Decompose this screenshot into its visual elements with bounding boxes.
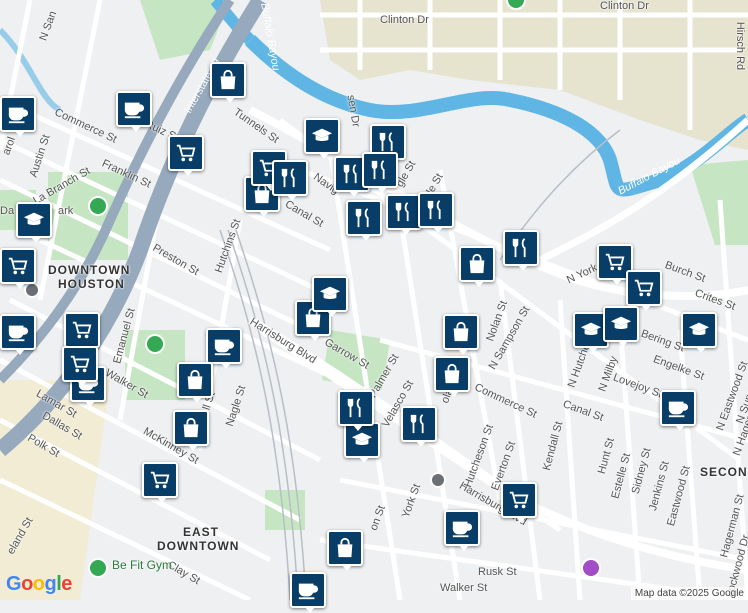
restaurant-icon	[379, 132, 393, 152]
cafe-icon	[298, 583, 319, 600]
cafe-pin[interactable]	[0, 96, 36, 137]
restaurant-pin[interactable]	[272, 160, 308, 201]
school-icon	[688, 322, 710, 336]
street-label: Rusk St	[478, 566, 517, 578]
cafe-pin[interactable]	[0, 314, 36, 355]
cafe-pin[interactable]	[116, 91, 152, 132]
street-label: Clinton Dr	[380, 14, 429, 26]
restaurant-pin[interactable]	[346, 200, 382, 241]
restaurant-icon	[395, 202, 409, 222]
school-icon	[351, 432, 373, 446]
shop-pin[interactable]	[459, 246, 495, 287]
restaurant-pin[interactable]	[362, 152, 398, 193]
cafe-icon	[214, 339, 235, 356]
restaurant-icon	[427, 200, 441, 220]
cafe-icon	[452, 521, 473, 538]
shopping-bag-icon	[183, 417, 199, 438]
shopping-cart-icon	[634, 279, 654, 297]
shop-pin[interactable]	[210, 62, 246, 103]
shop-pin[interactable]	[177, 362, 213, 403]
restaurant-pin[interactable]	[503, 230, 539, 271]
shop-pin[interactable]	[327, 530, 363, 571]
shopping-cart-icon	[70, 355, 90, 373]
restaurant-icon	[355, 208, 369, 228]
shopping-cart-icon	[509, 491, 529, 509]
grocery-pin[interactable]	[62, 346, 98, 387]
shopping-bag-icon	[469, 253, 485, 274]
grocery-pin[interactable]	[501, 482, 537, 523]
street-label: Clinton Dr	[600, 0, 649, 12]
street-label: Hirsch Rd	[734, 21, 747, 71]
school-pin[interactable]	[304, 118, 340, 159]
school-pin[interactable]	[603, 306, 639, 347]
restaurant-pin[interactable]	[401, 406, 437, 447]
bus-stop-icon[interactable]	[26, 284, 38, 296]
cafe-icon	[124, 102, 145, 119]
restaurant-icon	[410, 414, 424, 434]
shopping-bag-icon	[187, 369, 203, 390]
cafe-pin[interactable]	[444, 510, 480, 551]
park-label: Da	[0, 205, 15, 217]
park-poi-icon[interactable]	[147, 336, 163, 352]
shopping-cart-icon	[72, 321, 92, 339]
school-pin[interactable]	[312, 276, 348, 317]
shopping-bag-icon	[444, 363, 460, 384]
street-label: Walker St	[440, 582, 488, 594]
school-icon	[610, 316, 632, 330]
cafe-icon	[8, 325, 29, 342]
grocery-pin[interactable]	[64, 312, 100, 353]
restaurant-icon	[371, 160, 385, 180]
grocery-pin[interactable]	[168, 135, 204, 176]
map-copyright[interactable]: Map data ©2025 Google	[630, 587, 748, 600]
area-label-houston: HOUSTON	[58, 277, 125, 291]
shopping-bag-icon	[220, 69, 236, 90]
area-label-second-ward: SECON	[700, 465, 748, 479]
area-label-east-downtown: DOWNTOWN	[157, 539, 240, 553]
cafe-pin[interactable]	[290, 572, 326, 613]
restaurant-icon	[347, 398, 361, 418]
school-icon	[580, 322, 602, 336]
restaurant-pin[interactable]	[338, 390, 374, 431]
shop-pin[interactable]	[434, 356, 470, 397]
cafe-pin[interactable]	[660, 390, 696, 431]
grocery-pin[interactable]	[142, 462, 178, 503]
shopping-cart-icon	[8, 257, 28, 275]
shopping-cart-icon	[176, 144, 196, 162]
school-icon	[23, 212, 45, 226]
gym-label: Be Fit Gym	[112, 558, 173, 572]
shop-pin[interactable]	[443, 314, 479, 355]
park-poi-icon[interactable]	[90, 198, 106, 214]
shopping-bag-icon	[337, 537, 353, 558]
bus-stop-icon[interactable]	[432, 474, 444, 486]
cafe-pin[interactable]	[206, 328, 242, 369]
park-label: ark	[58, 205, 74, 217]
grocery-pin[interactable]	[626, 270, 662, 311]
restaurant-icon	[281, 168, 295, 188]
gym-poi-icon[interactable]	[90, 560, 106, 576]
school-pin[interactable]	[16, 202, 52, 243]
museum-poi-icon[interactable]	[583, 560, 599, 576]
shop-pin[interactable]	[173, 410, 209, 451]
school-pin[interactable]	[681, 312, 717, 353]
shopping-cart-icon	[150, 471, 170, 489]
grocery-pin[interactable]	[0, 248, 36, 289]
restaurant-pin[interactable]	[418, 192, 454, 233]
restaurant-icon	[512, 238, 526, 258]
area-label-east: EAST	[183, 525, 220, 539]
restaurant-icon	[343, 164, 357, 184]
school-icon	[319, 286, 341, 300]
area-label-downtown: DOWNTOWN	[48, 263, 131, 277]
cafe-icon	[668, 401, 689, 418]
restaurant-pin[interactable]	[386, 194, 422, 235]
shopping-cart-icon	[605, 253, 625, 271]
school-icon	[311, 128, 333, 142]
shopping-bag-icon	[453, 321, 469, 342]
cafe-icon	[8, 107, 29, 124]
google-logo: Google	[6, 573, 72, 595]
